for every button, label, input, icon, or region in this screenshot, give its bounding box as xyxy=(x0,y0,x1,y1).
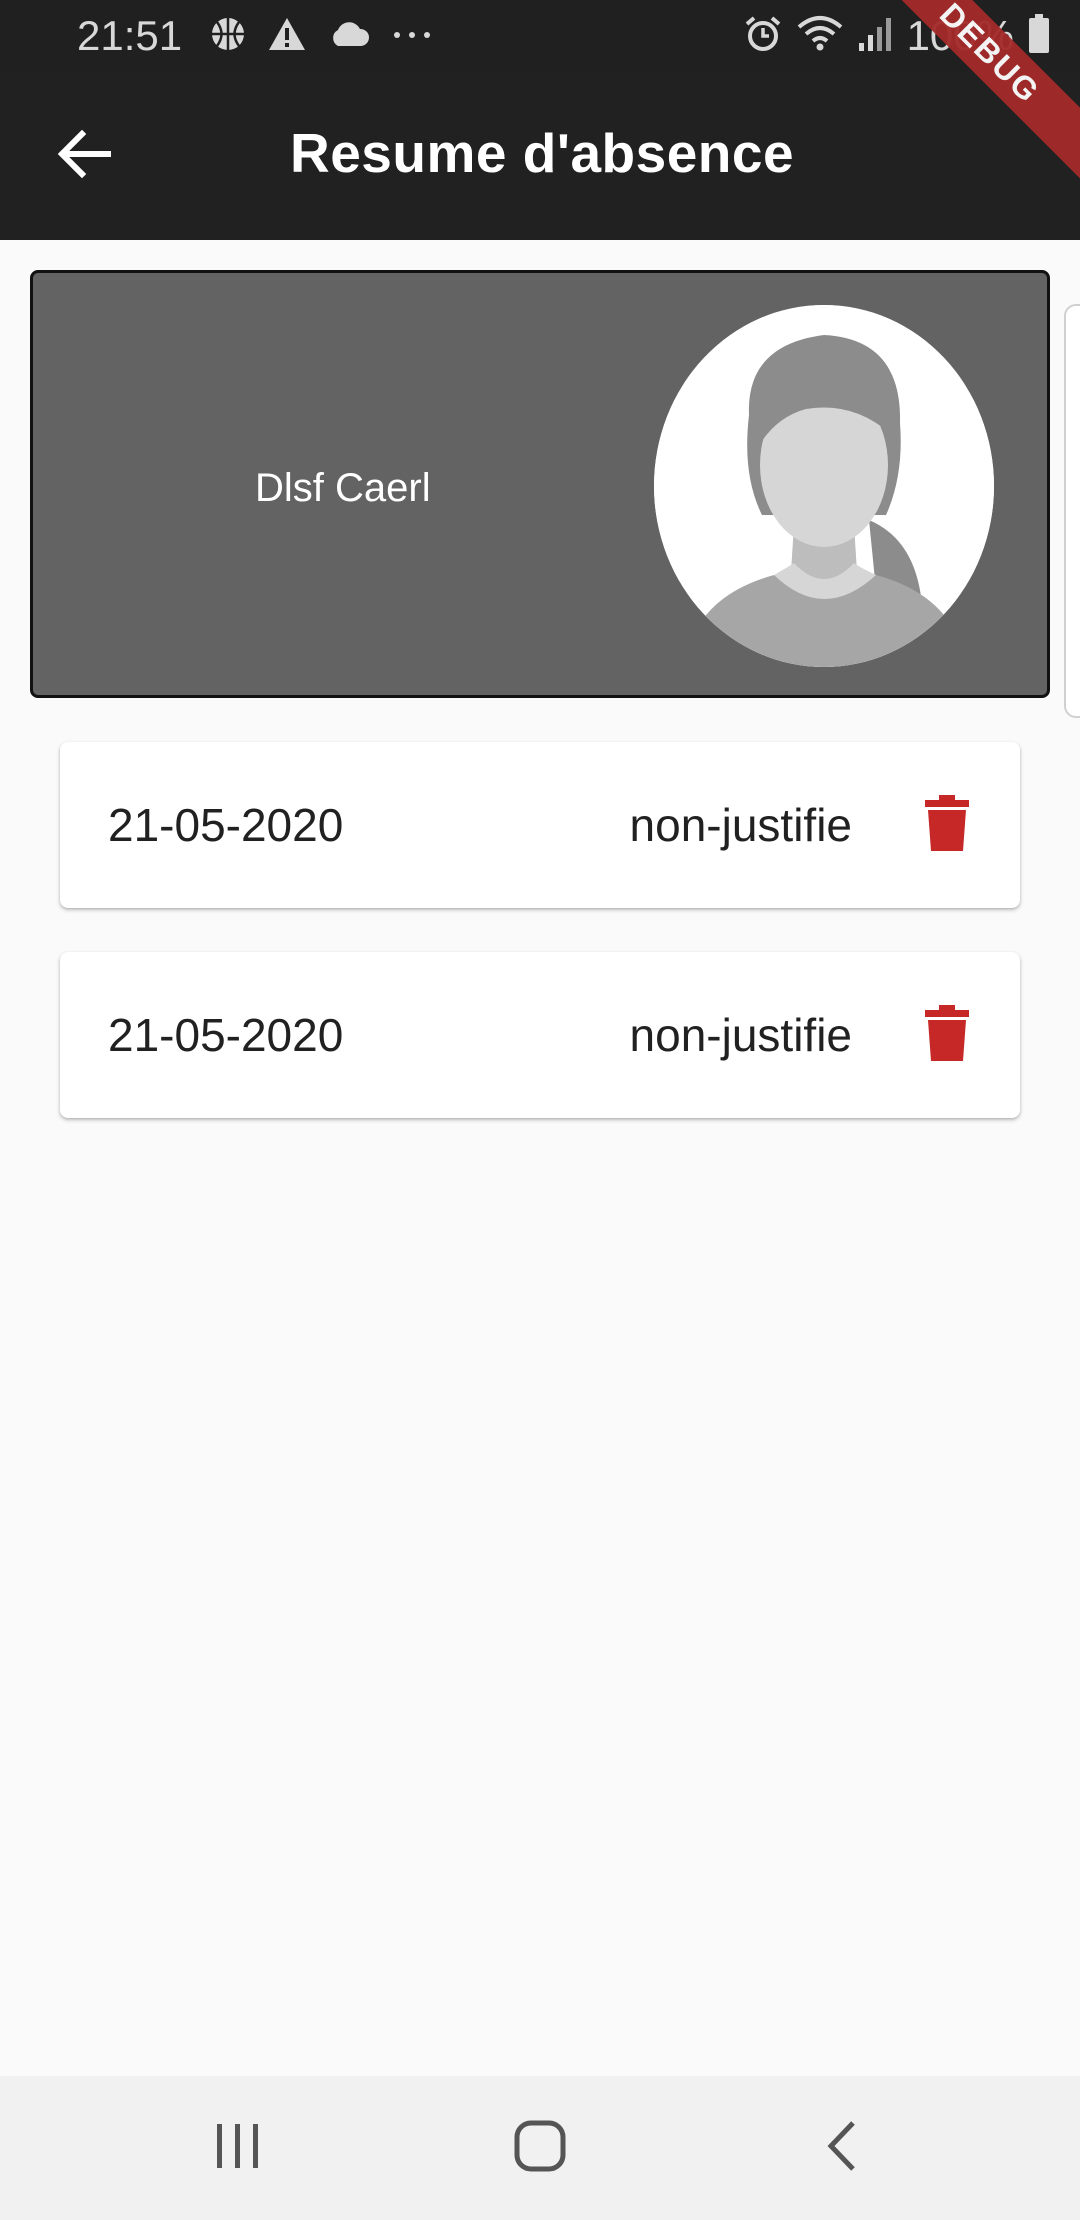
trash-icon xyxy=(925,1004,969,1066)
battery-icon xyxy=(1028,13,1050,59)
cloud-icon xyxy=(328,20,370,53)
absence-list-item: 21-05-2020 non-justifie xyxy=(60,952,1020,1118)
absence-date: 21-05-2020 xyxy=(108,799,344,851)
system-nav-bar xyxy=(0,2076,1080,2220)
profile-name: Dlsf Caerl xyxy=(255,466,431,510)
home-button[interactable] xyxy=(490,2098,590,2198)
signal-icon xyxy=(857,15,893,58)
status-left-icons xyxy=(210,14,432,58)
status-time: 21:51 xyxy=(77,12,183,59)
more-icon xyxy=(392,27,432,45)
alarm-icon xyxy=(743,14,783,59)
basketball-icon xyxy=(210,16,246,57)
absence-date: 21-05-2020 xyxy=(108,1009,344,1061)
trash-icon xyxy=(925,794,969,856)
absence-list-item: 21-05-2020 non-justifie xyxy=(60,742,1020,908)
nav-back-button[interactable] xyxy=(792,2098,892,2198)
avatar xyxy=(654,305,994,667)
recent-apps-button[interactable] xyxy=(188,2098,288,2198)
absence-status: non-justifie xyxy=(629,1009,852,1061)
arrow-back-icon xyxy=(56,129,112,184)
delete-absence-button[interactable] xyxy=(912,790,982,860)
home-icon xyxy=(513,2119,567,2178)
back-icon xyxy=(825,2119,859,2178)
absence-status: non-justifie xyxy=(629,799,852,851)
profile-card[interactable]: Dlsf Caerl xyxy=(30,270,1050,698)
app-bar: Resume d'absence xyxy=(0,72,1080,240)
recent-apps-icon xyxy=(213,2122,263,2175)
warning-icon xyxy=(268,17,306,56)
wifi-icon xyxy=(797,15,843,58)
page-title: Resume d'absence xyxy=(290,122,795,184)
next-profile-card-peek[interactable] xyxy=(1064,304,1080,718)
back-button[interactable] xyxy=(40,112,128,200)
delete-absence-button[interactable] xyxy=(912,1000,982,1070)
female-avatar-icon xyxy=(654,305,994,667)
